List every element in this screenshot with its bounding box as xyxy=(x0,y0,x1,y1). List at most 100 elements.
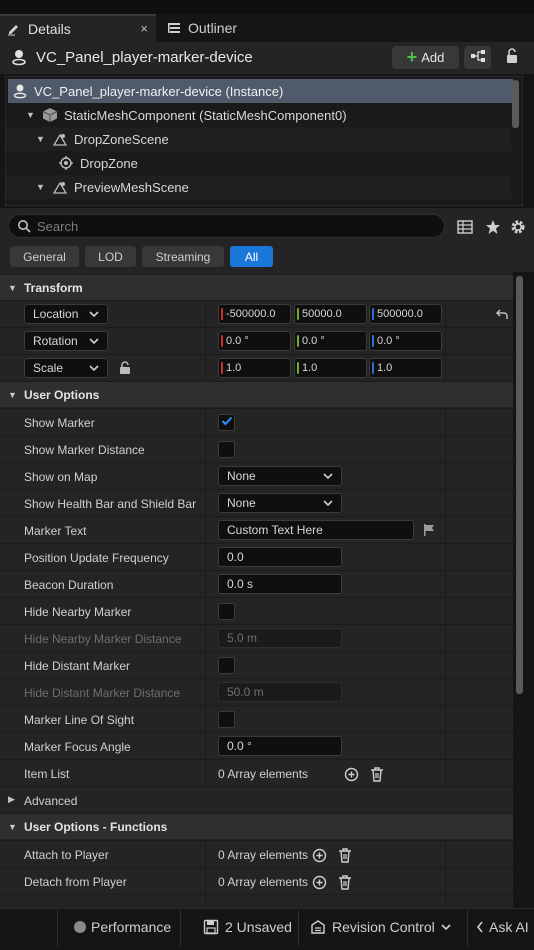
column-divider xyxy=(445,544,446,571)
property-row-line-of-sight: Marker Line Of Sight xyxy=(0,705,513,733)
component-tree: VC_Panel_player-marker-device (Instance)… xyxy=(5,76,523,206)
trash-icon[interactable] xyxy=(337,874,353,890)
reset-to-default-icon[interactable] xyxy=(494,307,510,323)
scale-mode-dropdown[interactable]: Scale xyxy=(24,358,108,378)
show-marker-checkbox[interactable] xyxy=(218,414,235,431)
column-divider xyxy=(205,517,206,544)
hide-nearby-checkbox[interactable] xyxy=(218,603,235,620)
column-divider xyxy=(445,490,446,517)
ask-ai-button[interactable]: Ask AI xyxy=(476,909,529,945)
tree-item-dropzonescene[interactable]: ▼ DropZoneScene xyxy=(6,127,511,151)
tab-outliner[interactable]: Outliner xyxy=(160,14,280,42)
category-user-options[interactable]: ▼ User Options xyxy=(0,381,513,407)
scale-y-value: 1.0 xyxy=(302,362,318,374)
expand-arrow-icon[interactable]: ▼ xyxy=(36,134,50,144)
blueprint-hierarchy-button[interactable] xyxy=(464,46,491,69)
filter-all[interactable]: All xyxy=(230,246,273,267)
properties-scrollbar[interactable] xyxy=(516,276,523,694)
position-update-field[interactable]: 0.0 xyxy=(218,547,342,567)
property-label: Attach to Player xyxy=(24,848,109,862)
tree-scrollbar[interactable] xyxy=(512,80,519,128)
performance-button[interactable]: Performance xyxy=(74,909,171,945)
scale-z-field[interactable]: 1.0 xyxy=(369,358,442,378)
filter-general[interactable]: General xyxy=(10,246,79,267)
column-divider xyxy=(445,571,446,598)
filter-lod[interactable]: LOD xyxy=(85,246,136,267)
y-axis-marker xyxy=(297,362,299,374)
column-divider xyxy=(205,598,206,625)
add-component-button[interactable]: + Add xyxy=(392,46,459,69)
property-label: Position Update Frequency xyxy=(24,551,169,565)
collapse-arrow-icon: ▼ xyxy=(8,282,17,293)
close-icon[interactable]: × xyxy=(140,21,148,36)
column-divider xyxy=(445,625,446,652)
column-divider xyxy=(205,463,206,490)
tree-item-static-mesh[interactable]: ▼ StaticMeshComponent (StaticMeshCompone… xyxy=(6,103,511,127)
show-on-map-dropdown[interactable]: None xyxy=(218,466,342,486)
performance-label: Performance xyxy=(91,919,172,935)
tab-details[interactable]: Details × xyxy=(0,14,156,42)
column-divider xyxy=(445,706,446,733)
location-z-field[interactable]: 500000.0 xyxy=(369,304,442,324)
column-divider xyxy=(445,517,446,544)
star-icon[interactable] xyxy=(485,219,501,238)
add-element-icon[interactable] xyxy=(311,874,327,890)
revision-control-icon xyxy=(310,919,326,935)
filter-streaming[interactable]: Streaming xyxy=(142,246,224,267)
rotation-x-field[interactable]: 0.0 ° xyxy=(218,331,291,351)
expand-arrow-icon[interactable]: ▼ xyxy=(26,110,40,120)
table-view-icon[interactable] xyxy=(457,219,473,238)
collapse-arrow-icon: ▼ xyxy=(8,821,17,832)
column-divider xyxy=(445,301,446,328)
focus-angle-field[interactable]: 0.0 ° xyxy=(218,736,342,756)
collapse-arrow-icon: ▼ xyxy=(8,389,17,400)
show-health-bar-dropdown[interactable]: None xyxy=(218,493,342,513)
column-divider xyxy=(445,598,446,625)
rotation-z-field[interactable]: 0.0 ° xyxy=(369,331,442,351)
location-y-field[interactable]: 50000.0 xyxy=(294,304,367,324)
property-row-hide-distant: Hide Distant Marker xyxy=(0,651,513,679)
location-x-field[interactable]: -500000.0 xyxy=(218,304,291,324)
show-marker-distance-checkbox[interactable] xyxy=(218,441,235,458)
line-of-sight-checkbox[interactable] xyxy=(218,711,235,728)
scale-lock-icon[interactable] xyxy=(117,360,133,376)
column-divider xyxy=(205,328,206,355)
add-element-icon[interactable] xyxy=(343,766,359,782)
location-mode-dropdown[interactable]: Location xyxy=(24,304,108,324)
hide-distant-distance-field: 50.0 m xyxy=(218,682,342,702)
beacon-duration-field[interactable]: 0.0 s xyxy=(218,574,342,594)
hide-distant-checkbox[interactable] xyxy=(218,657,235,674)
tab-details-label: Details xyxy=(28,21,71,37)
property-label: Marker Focus Angle xyxy=(24,740,131,754)
scale-y-field[interactable]: 1.0 xyxy=(294,358,367,378)
gear-icon[interactable] xyxy=(509,218,527,239)
scale-x-field[interactable]: 1.0 xyxy=(218,358,291,378)
property-row-detach-from-player: Detach from Player 0 Array elements xyxy=(0,867,513,895)
property-row-position-update: Position Update Frequency 0.0 xyxy=(0,543,513,571)
column-divider xyxy=(445,868,446,895)
advanced-section[interactable]: ▶ Advanced xyxy=(0,786,513,813)
tree-item-previewmeshscene[interactable]: ▼ PreviewMeshScene xyxy=(6,175,511,199)
column-divider xyxy=(445,436,446,463)
rotation-z-value: 0.0 ° xyxy=(377,335,400,347)
rotation-mode-dropdown[interactable]: Rotation xyxy=(24,331,108,351)
tree-item-dropzone[interactable]: DropZone xyxy=(6,151,511,175)
tree-item-instance[interactable]: VC_Panel_player-marker-device (Instance) xyxy=(8,79,513,103)
y-axis-marker xyxy=(297,308,299,320)
category-user-options-functions[interactable]: ▼ User Options - Functions xyxy=(0,813,513,839)
marker-text-field[interactable]: Custom Text Here xyxy=(218,520,414,540)
search-input[interactable]: Search xyxy=(8,214,445,238)
trash-icon[interactable] xyxy=(337,847,353,863)
trash-icon[interactable] xyxy=(369,766,385,782)
lock-selection-button[interactable] xyxy=(498,46,525,69)
add-element-icon[interactable] xyxy=(311,847,327,863)
unsaved-button[interactable]: 2 Unsaved xyxy=(203,909,292,945)
rotation-y-field[interactable]: 0.0 ° xyxy=(294,331,367,351)
localization-flag-icon[interactable] xyxy=(421,522,437,538)
expand-arrow-icon[interactable]: ▼ xyxy=(36,182,50,192)
category-transform[interactable]: ▼ Transform xyxy=(0,274,513,300)
revision-control-button[interactable]: Revision Control xyxy=(310,909,451,945)
rotation-label: Rotation xyxy=(33,334,78,348)
location-label: Location xyxy=(33,307,79,321)
add-label: Add xyxy=(421,50,445,65)
